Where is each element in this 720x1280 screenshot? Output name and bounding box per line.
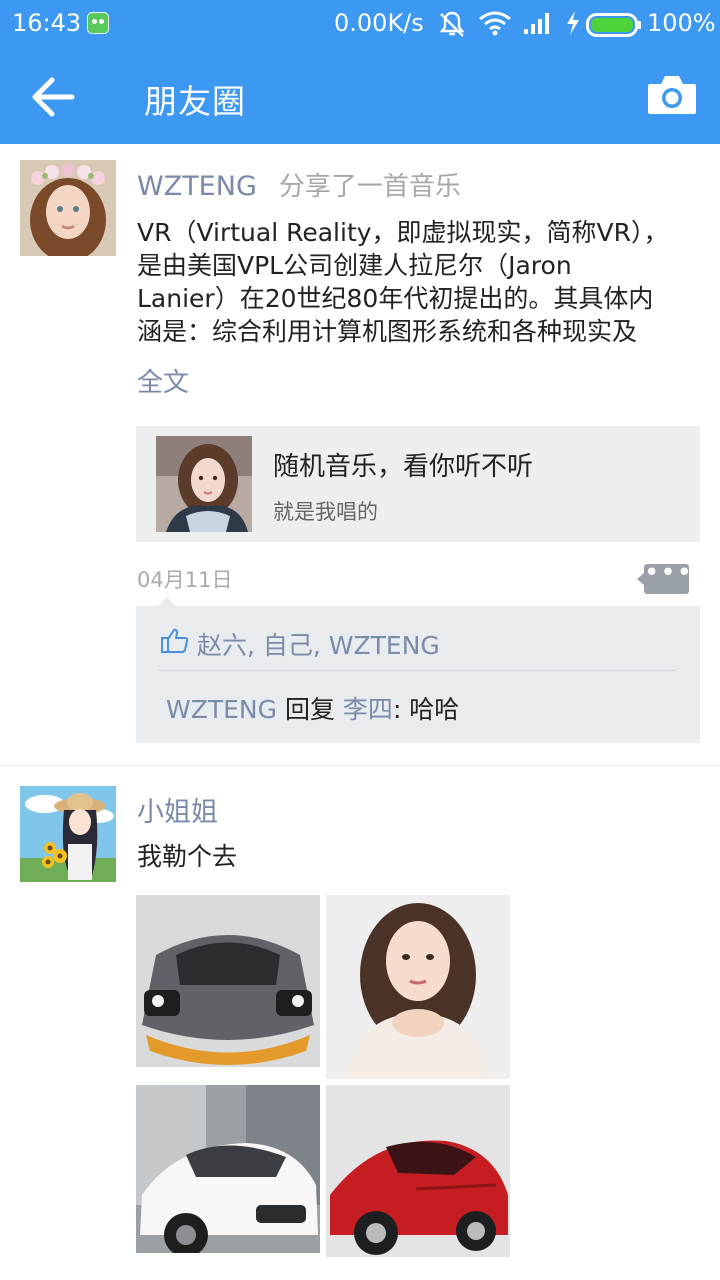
network-speed: 0.00K/s — [334, 9, 424, 37]
thumbs-up-icon — [161, 628, 189, 653]
reply-word: 回复 — [284, 695, 335, 724]
post-text-line: VR（Virtual Reality，即虚拟现实，简称VR）， — [137, 218, 669, 247]
avatar[interactable] — [20, 160, 116, 256]
reply-target[interactable]: 李四 — [343, 695, 393, 724]
charging-icon — [567, 11, 579, 35]
comment-item[interactable]: WZTENG 回复 李四: 哈哈 — [166, 690, 459, 726]
status-bar: 16:43 0.00K/s 100% — [0, 0, 720, 48]
post-action-text: 分享了一首音乐 — [278, 172, 461, 202]
comment-author[interactable]: WZTENG — [166, 695, 277, 724]
status-time: 16:43 — [12, 9, 82, 37]
likes-names[interactable]: 赵六, 自己, WZTENG — [197, 626, 440, 662]
more-icon: ••• — [644, 558, 694, 588]
post-text-line: 涵是：综合利用计算机图形系统和各种现实及 — [137, 317, 638, 346]
music-subtitle: 就是我唱的 — [273, 500, 378, 524]
car-photo — [326, 1085, 510, 1269]
car-photo — [136, 1085, 320, 1269]
post-text: 我勒个去 — [137, 842, 238, 871]
battery-percent: 100% — [647, 9, 716, 37]
signal-icon — [524, 13, 549, 34]
camera-button[interactable] — [646, 72, 698, 118]
wifi-icon — [479, 11, 511, 36]
title-bar: 朋友圈 — [0, 48, 720, 144]
post-photo[interactable] — [136, 1085, 320, 1269]
page-title: 朋友圈 — [144, 82, 246, 121]
avatar[interactable] — [20, 786, 116, 882]
feed-post: WZTENG 分享了一首音乐 VR（Virtual Reality，即虚拟现实，简… — [0, 144, 720, 764]
battery-icon — [586, 13, 641, 37]
music-cover-image — [156, 436, 252, 532]
post-text: VR（Virtual Reality，即虚拟现实，简称VR）， 是由美国VPL公… — [137, 216, 702, 348]
post-date: 04月11日 — [137, 568, 233, 592]
divider — [158, 670, 676, 671]
post-photo[interactable] — [326, 1085, 510, 1269]
post-author[interactable]: 小姐姐 — [137, 790, 218, 829]
post-photo[interactable] — [326, 895, 510, 1079]
back-button[interactable] — [28, 72, 78, 122]
avatar-image — [20, 786, 116, 882]
comment-box: 赵六, 自己, WZTENG WZTENG 回复 李四: 哈哈 — [136, 597, 700, 743]
more-options-button[interactable]: ••• — [637, 558, 692, 594]
post-text-line: Lanier）在20世纪80年代初提出的。其具体内 — [137, 284, 654, 313]
comment-text: : 哈哈 — [392, 695, 460, 724]
post-text-line: 是由美国VPL公司创建人拉尼尔（Jaron — [137, 251, 572, 280]
music-title: 随机音乐，看你听不听 — [273, 452, 534, 482]
post-header: WZTENG 分享了一首音乐 — [137, 166, 461, 203]
avatar-image — [20, 160, 116, 256]
post-author[interactable]: WZTENG — [137, 171, 257, 202]
portrait-photo — [326, 895, 510, 1079]
full-text-link[interactable]: 全文 — [137, 362, 189, 399]
car-photo — [136, 895, 320, 1079]
mute-icon — [439, 11, 465, 37]
music-share-card[interactable]: 随机音乐，看你听不听 就是我唱的 — [136, 426, 700, 542]
app-notification-icon — [87, 12, 109, 34]
feed-post: 小姐姐 我勒个去 — [0, 766, 720, 1280]
post-photo[interactable] — [136, 895, 320, 1079]
music-cover — [156, 436, 252, 532]
